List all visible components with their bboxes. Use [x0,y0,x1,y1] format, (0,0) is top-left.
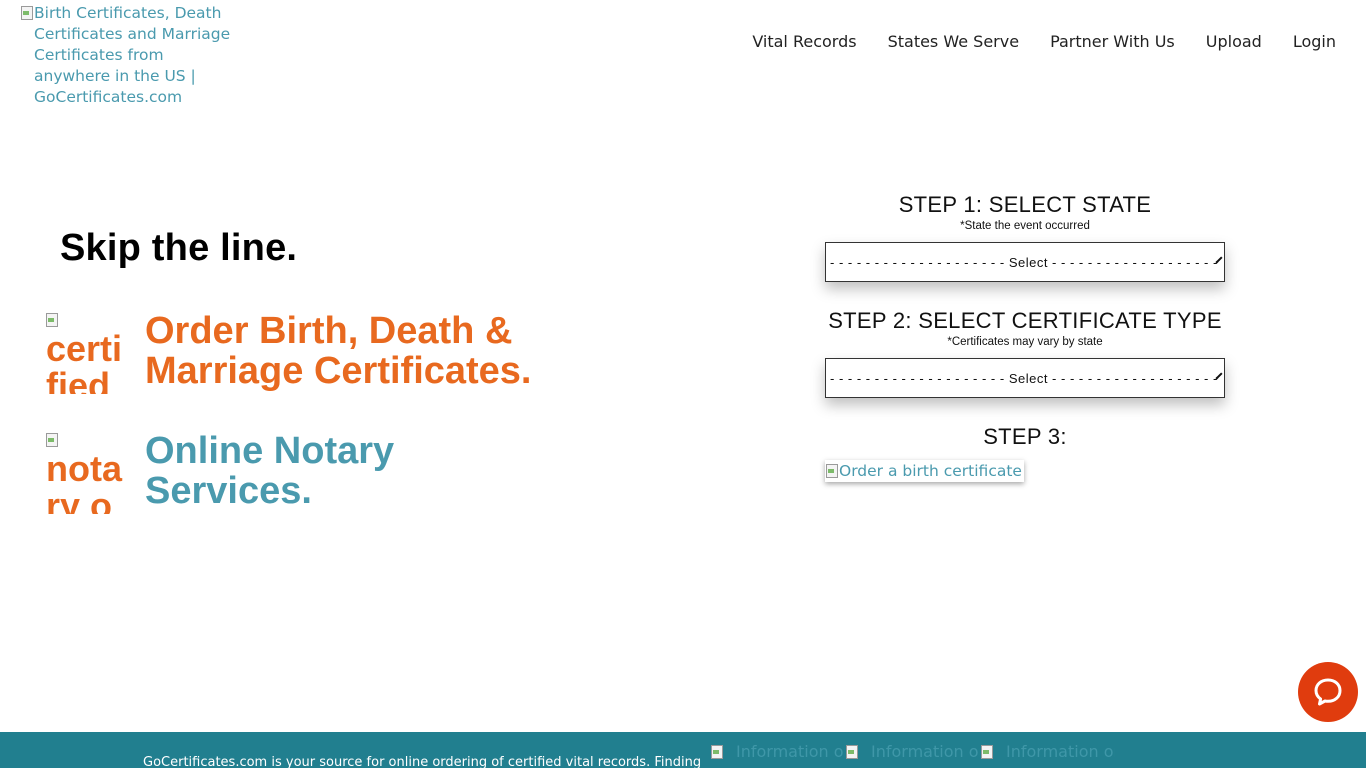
broken-image-icon [20,5,34,21]
step1-block: STEP 1: SELECT STATE *State the event oc… [825,192,1225,282]
broken-image-icon [45,432,59,448]
chat-bubble-icon [1314,678,1342,706]
footer-description: GoCertificates.com is your source for on… [143,755,702,768]
state-select-value: - - - - - - - - - - - - - - - - - - - - … [830,254,1218,270]
nav-upload[interactable]: Upload [1206,32,1262,51]
step1-title: STEP 1: SELECT STATE [898,192,1152,217]
order-button-alt: Order a birth certificate [839,462,1022,480]
broken-image-icon [825,463,839,479]
certificates-image-alt: certified copies [46,328,123,394]
footer: GoCertificates.com is your source for on… [0,732,1366,768]
nav-vital-records[interactable]: Vital Records [752,32,856,51]
service-notary-title: Online Notary Services. [145,430,395,512]
service-certificates-title: Order Birth, Death & Marriage Certificat… [145,310,532,392]
notary-image-alt: notary online [46,448,122,514]
page: Birth Certificates, Death Certificates a… [0,0,1366,768]
site-logo[interactable]: Birth Certificates, Death Certificates a… [20,3,240,108]
footer-info-links: Information on Information on Informatio… [710,742,1115,762]
step2-block: STEP 2: SELECT CERTIFICATE TYPE *Certifi… [825,308,1225,398]
step2-subtitle: *Certificates may vary by state [947,336,1103,348]
footer-info-link-2[interactable]: Information on [845,742,980,762]
logo-alt-text: Birth Certificates, Death Certificates a… [34,4,231,106]
footer-info-link-1[interactable]: Information on [710,742,845,762]
step2-title: STEP 2: SELECT CERTIFICATE TYPE [828,308,1222,333]
certificates-image: certified copies [45,310,129,394]
notary-image: notary online [45,430,129,514]
state-select[interactable]: - - - - - - - - - - - - - - - - - - - - … [825,242,1225,282]
order-form: STEP 1: SELECT STATE *State the event oc… [825,192,1225,482]
certificate-type-select[interactable]: - - - - - - - - - - - - - - - - - - - - … [825,358,1225,398]
nav-partner-with-us[interactable]: Partner With Us [1050,32,1175,51]
step3-title: STEP 3: [983,424,1067,449]
footer-info-link-2-alt: Information on [871,742,980,761]
broken-image-icon [980,744,994,760]
broken-image-icon [45,312,59,328]
step3-block: STEP 3: Order a birth certificate [825,424,1225,482]
footer-info-link-1-alt: Information on [736,742,845,761]
service-certificates[interactable]: certified copies Order Birth, Death & Ma… [45,310,532,394]
footer-info-link-3[interactable]: Information on [980,742,1115,762]
nav-login[interactable]: Login [1293,32,1336,51]
broken-image-icon [710,744,724,760]
step1-subtitle: *State the event occurred [960,220,1090,232]
broken-image-icon [845,744,859,760]
order-birth-certificate-button[interactable]: Order a birth certificate [825,460,1024,482]
hero-headline: Skip the line. [60,227,298,269]
main-nav: Vital Records States We Serve Partner Wi… [752,32,1336,51]
nav-states-we-serve[interactable]: States We Serve [888,32,1019,51]
service-notary[interactable]: notary online Online Notary Services. [45,430,394,514]
chat-button[interactable] [1298,662,1358,722]
footer-info-link-3-alt: Information on [1006,742,1115,761]
certificate-type-select-value: - - - - - - - - - - - - - - - - - - - - … [830,370,1218,386]
